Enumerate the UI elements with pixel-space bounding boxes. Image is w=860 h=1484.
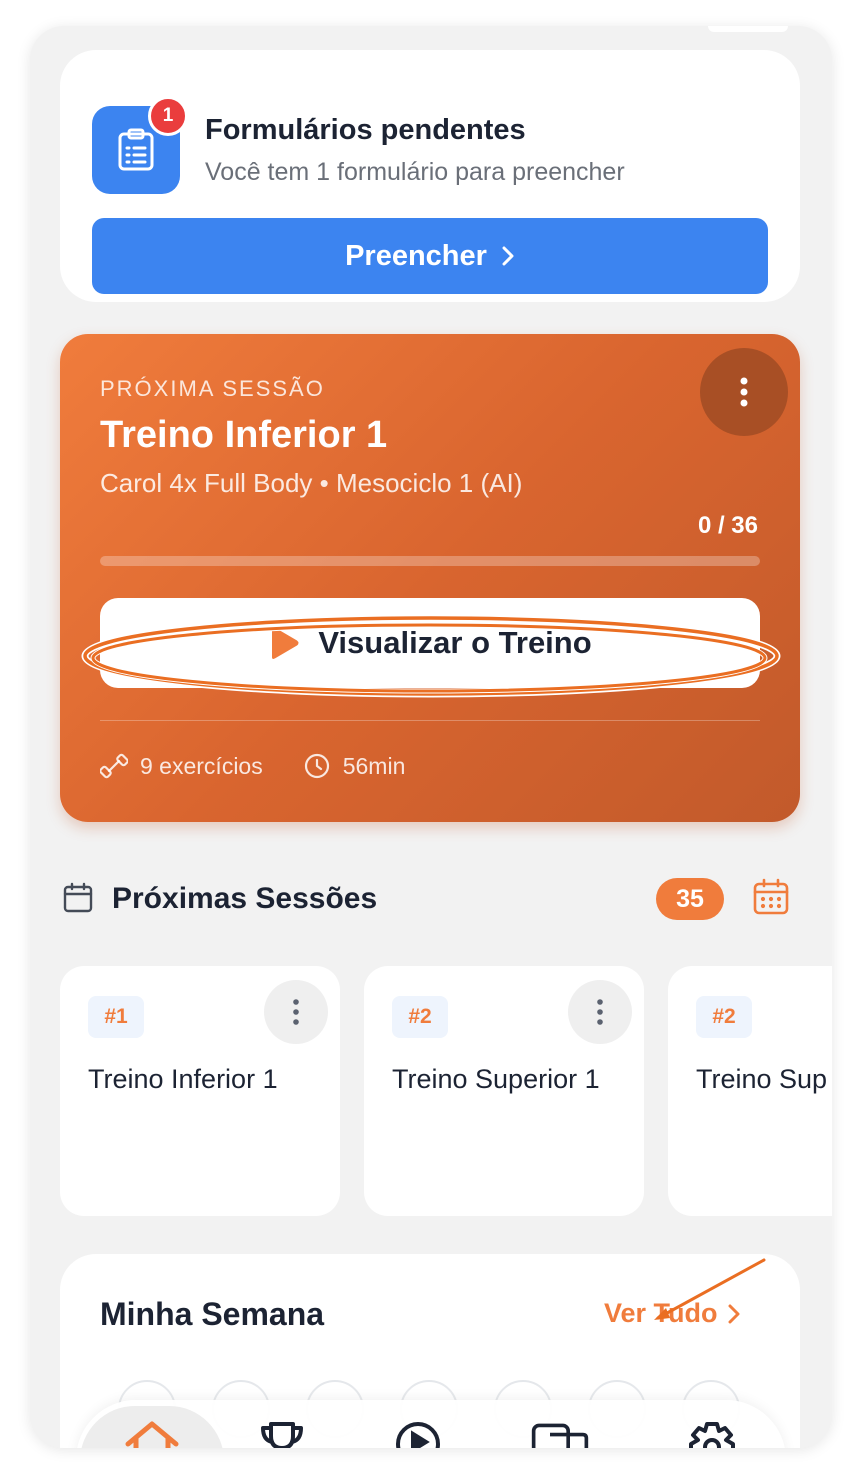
more-vertical-icon <box>293 999 299 1025</box>
tile-name: Treino Sup <box>696 1064 828 1094</box>
view-workout-button[interactable]: Visualizar o Treino <box>100 598 760 688</box>
duration-value: 56min <box>342 752 406 779</box>
week-title: Minha Semana <box>100 1296 325 1332</box>
trophy-icon[interactable] <box>252 1420 312 1448</box>
session-tile[interactable]: #2 Treino Sup <box>668 966 832 1216</box>
forms-title: Formulários pendentes <box>205 114 526 146</box>
calendar-icon <box>63 882 93 913</box>
exercises-meta: 9 exercícios <box>100 752 263 780</box>
next-session-card[interactable]: PRÓXIMA SESSÃO Treino Inferior 1 Carol 4… <box>60 334 800 822</box>
tile-name: Treino Superior 1 <box>392 1064 600 1094</box>
session-kicker: PRÓXIMA SESSÃO <box>100 376 325 401</box>
forms-subtitle: Você tem 1 formulário para preencher <box>205 158 625 186</box>
chevron-right-icon <box>728 1304 740 1323</box>
view-workout-label: Visualizar o Treino <box>318 625 592 660</box>
clock-icon <box>304 753 329 779</box>
tile-number: #2 <box>696 996 752 1038</box>
progress-bar <box>100 556 760 566</box>
pending-forms-card: 1 Formulários pendentes Você tem 1 formu… <box>60 50 800 302</box>
session-subtitle: Carol 4x Full Body • Mesociclo 1 (AI) <box>100 468 523 498</box>
session-tile[interactable]: #2 Treino Superior 1 <box>364 966 644 1216</box>
calendar-grid-icon[interactable] <box>752 878 790 916</box>
session-title: Treino Inferior 1 <box>100 414 388 456</box>
tile-name: Treino Inferior 1 <box>88 1064 278 1094</box>
play-icon <box>272 627 299 659</box>
play-icon[interactable] <box>388 1420 448 1448</box>
more-vertical-icon <box>597 999 603 1025</box>
tile-more-button[interactable] <box>568 980 632 1044</box>
notification-badge: 1 <box>148 96 188 136</box>
home-icon[interactable] <box>122 1420 182 1448</box>
chat-icon[interactable] <box>530 1420 590 1448</box>
fill-button[interactable]: Preencher <box>92 218 768 294</box>
progress-text: 0 / 36 <box>697 512 758 539</box>
upcoming-sessions-title: Próximas Sessões <box>112 882 378 915</box>
gear-icon[interactable] <box>682 1420 742 1448</box>
session-more-button[interactable] <box>700 348 788 436</box>
upcoming-sessions-header: Próximas Sessões 35 <box>60 876 800 924</box>
tile-number: #1 <box>88 996 144 1038</box>
see-all-label: Ver Tudo <box>604 1298 718 1328</box>
fill-button-label: Preencher <box>345 239 487 272</box>
tile-more-button[interactable] <box>264 980 328 1044</box>
chevron-right-icon <box>502 246 514 266</box>
duration-meta: 56min <box>303 752 406 780</box>
dumbbell-icon <box>100 753 128 779</box>
card-divider <box>100 720 760 721</box>
session-meta: 9 exercícios 56min <box>100 752 445 780</box>
exercises-count: 9 exercícios <box>140 752 263 779</box>
bottom-nav <box>76 1400 786 1448</box>
tile-number: #2 <box>392 996 448 1038</box>
more-vertical-icon <box>740 377 748 407</box>
session-tile[interactable]: #1 Treino Inferior 1 <box>60 966 340 1216</box>
see-all-link[interactable]: Ver Tudo <box>604 1298 740 1329</box>
status-pill <box>708 26 788 32</box>
app-screen: 1 Formulários pendentes Você tem 1 formu… <box>30 26 832 1448</box>
sessions-count-badge: 35 <box>656 878 724 920</box>
